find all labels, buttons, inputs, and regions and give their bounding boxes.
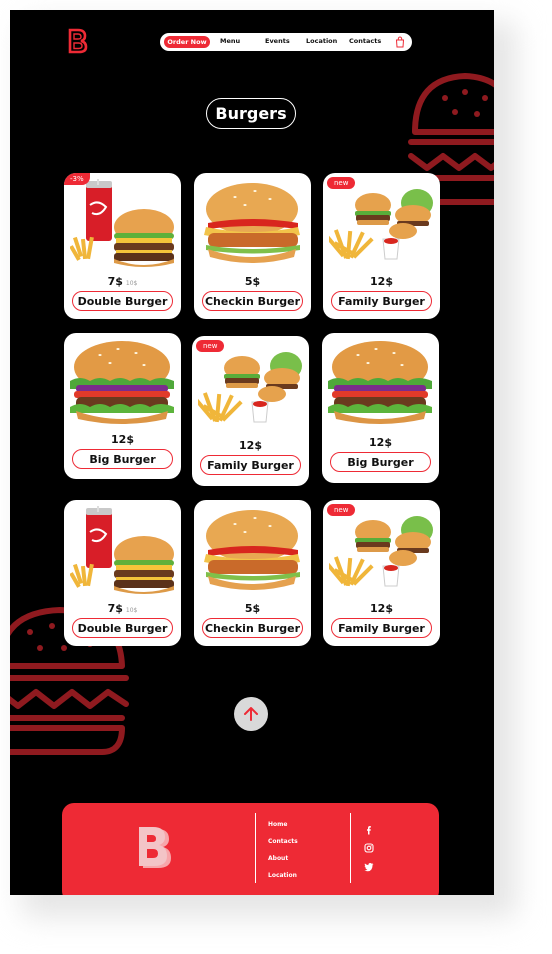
price-value: 5$	[244, 275, 261, 288]
scroll-top-button[interactable]	[234, 697, 268, 731]
price-value: 7$	[107, 275, 123, 288]
price-value: 12$	[370, 275, 393, 288]
product-card[interactable]: 5$ Checkin Burger	[194, 500, 311, 646]
twitter-icon[interactable]	[364, 862, 374, 872]
family-burgers-fries-image	[329, 189, 433, 260]
nav-item-location[interactable]: Location	[306, 37, 337, 45]
nav-item-contacts[interactable]: Contacts	[349, 37, 381, 45]
facebook-icon[interactable]	[364, 825, 374, 835]
product-card[interactable]: new 12$ Family Burger	[192, 336, 309, 486]
footer-link-about[interactable]: About	[268, 855, 288, 862]
old-price: 10$	[125, 280, 138, 287]
product-card[interactable]: new 12$ Family Burger	[323, 500, 440, 646]
product-name-button[interactable]: Checkin Burger	[202, 291, 303, 311]
footer-link-contacts[interactable]: Contacts	[268, 838, 298, 845]
product-price: 5$	[194, 602, 311, 615]
product-price: 7$ 10$	[64, 602, 181, 615]
footer-divider	[350, 813, 351, 883]
arrow-up-icon	[244, 707, 258, 721]
new-badge: new	[196, 340, 225, 352]
product-name-button[interactable]: Double Burger	[72, 618, 173, 638]
product-card[interactable]: 12$ Big Burger	[64, 333, 181, 479]
section-title: Burgers	[206, 98, 296, 129]
product-name-button[interactable]: Family Burger	[331, 618, 432, 638]
family-burgers-fries-image	[329, 516, 433, 587]
new-badge: new	[327, 177, 356, 189]
instagram-icon[interactable]	[364, 843, 374, 853]
price-value: 5$	[244, 602, 261, 615]
price-value: 12$	[370, 602, 393, 615]
product-name-button[interactable]: Family Burger	[200, 455, 301, 475]
chicken-burger-image	[204, 510, 300, 590]
page: Order Now Menu Events Location Contacts …	[10, 10, 494, 895]
product-name-button[interactable]: Double Burger	[72, 291, 173, 311]
shopping-bag-icon[interactable]	[395, 36, 405, 48]
price-value: 12$	[111, 433, 134, 446]
footer: Home Contacts About Location	[62, 803, 439, 895]
old-price: 10$	[125, 607, 138, 614]
product-card[interactable]: 12$ Big Burger	[322, 333, 439, 483]
product-price: 12$	[322, 436, 439, 449]
product-card[interactable]: 7$ 10$ Double Burger	[64, 500, 181, 646]
new-badge: new	[327, 504, 356, 516]
price-value: 12$	[239, 439, 262, 452]
product-card[interactable]: -3% 7$ 10$ Double Burger	[64, 173, 181, 319]
product-price: 12$	[323, 275, 440, 288]
product-name-button[interactable]: Family Burger	[331, 291, 432, 311]
product-price: 12$	[323, 602, 440, 615]
product-name-button[interactable]: Checkin Burger	[202, 618, 303, 638]
family-burgers-fries-image	[198, 352, 302, 423]
product-price: 7$ 10$	[64, 275, 181, 288]
brand-logo[interactable]	[68, 28, 88, 54]
product-card[interactable]: 5$ Checkin Burger	[194, 173, 311, 319]
product-price: 5$	[194, 275, 311, 288]
footer-link-location[interactable]: Location	[268, 872, 297, 879]
big-burger-image	[70, 341, 174, 424]
product-name-button[interactable]: Big Burger	[330, 452, 431, 472]
footer-link-home[interactable]: Home	[268, 821, 287, 828]
footer-logo[interactable]	[137, 825, 173, 871]
main-nav: Order Now Menu Events Location Contacts	[160, 33, 412, 51]
price-value: 12$	[369, 436, 392, 449]
nav-item-menu[interactable]: Menu	[220, 37, 240, 45]
combo-cola-fries-burger-image	[70, 179, 174, 267]
big-burger-image	[328, 341, 432, 424]
chicken-burger-image	[204, 183, 300, 263]
nav-item-events[interactable]: Events	[265, 37, 290, 45]
discount-badge: -3%	[64, 173, 90, 185]
product-price: 12$	[64, 433, 181, 446]
price-value: 7$	[107, 602, 123, 615]
product-name-button[interactable]: Big Burger	[72, 449, 173, 469]
footer-divider	[255, 813, 256, 883]
order-now-button[interactable]: Order Now	[164, 36, 210, 48]
combo-cola-fries-burger-image	[70, 506, 174, 594]
product-price: 12$	[192, 439, 309, 452]
product-card[interactable]: new 12$ Family Burger	[323, 173, 440, 319]
